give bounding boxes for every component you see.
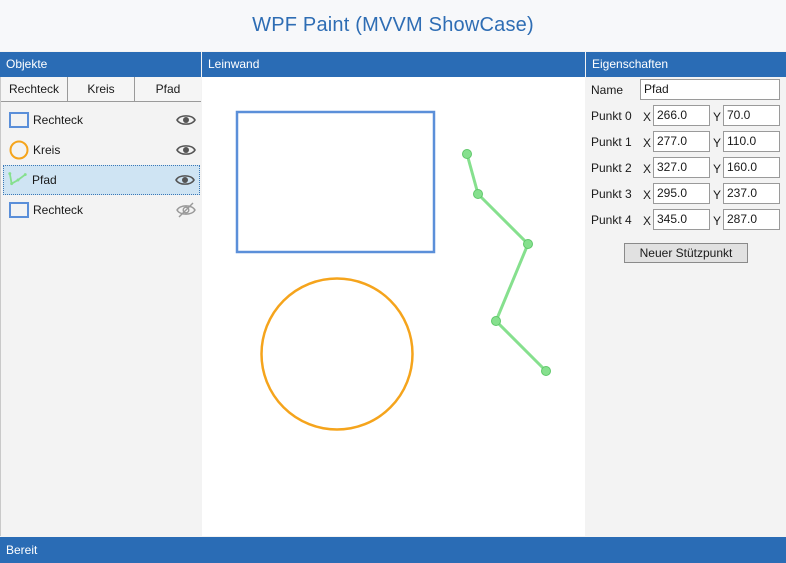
list-item-label: Pfad <box>32 173 57 187</box>
drawing-canvas[interactable] <box>202 77 585 536</box>
name-label: Name <box>591 83 624 97</box>
eye-icon[interactable] <box>176 142 196 158</box>
point-y-field[interactable]: 110.0 <box>723 131 780 152</box>
status-text: Bereit <box>6 543 38 557</box>
point-label: Punkt 0 <box>591 109 632 123</box>
path-point-handle-2[interactable] <box>523 239 533 249</box>
status-bar: Bereit <box>0 537 786 563</box>
point-label: Punkt 4 <box>591 213 632 227</box>
point-row: Punkt 2 X 327.0 Y 160.0 <box>586 157 786 179</box>
y-label: Y <box>713 188 722 202</box>
name-row: Name Pfad <box>586 79 786 101</box>
eye-off-icon[interactable] <box>176 202 196 218</box>
list-item-selected[interactable]: Pfad <box>3 165 200 195</box>
path-point-handle-1[interactable] <box>473 189 483 199</box>
list-item[interactable]: Rechteck <box>1 195 202 225</box>
name-field[interactable]: Pfad <box>640 79 780 100</box>
point-y-field[interactable]: 237.0 <box>723 183 780 204</box>
canvas-circle-shape[interactable] <box>260 277 414 431</box>
list-item-label: Rechteck <box>33 113 84 127</box>
properties-panel: Name Pfad Punkt 0 X 266.0 Y 70.0 Punkt 1… <box>586 77 786 536</box>
add-rectangle-button[interactable]: Rechteck <box>1 77 68 101</box>
list-item-label: Kreis <box>33 143 61 157</box>
canvas-path-shape[interactable] <box>462 149 551 376</box>
add-circle-button[interactable]: Kreis <box>68 77 135 101</box>
objects-panel: Rechteck Kreis Pfad Rechteck Kreis Pfad … <box>0 77 201 536</box>
point-row: Punkt 1 X 277.0 Y 110.0 <box>586 131 786 153</box>
path-icon <box>8 171 28 189</box>
point-x-field[interactable]: 327.0 <box>653 157 710 178</box>
list-item[interactable]: Rechteck <box>1 105 202 135</box>
title-bar: WPF Paint (MVVM ShowCase) <box>0 0 786 51</box>
eye-icon[interactable] <box>176 112 196 128</box>
canvas-rectangle-shape[interactable] <box>235 110 436 254</box>
y-label: Y <box>713 162 722 176</box>
x-label: X <box>643 162 652 176</box>
x-label: X <box>643 188 652 202</box>
path-point-handle-0[interactable] <box>462 149 472 159</box>
eye-icon[interactable] <box>175 172 195 188</box>
rectangle-icon <box>9 111 29 129</box>
path-point-handle-3[interactable] <box>491 316 501 326</box>
canvas-svg <box>235 110 551 431</box>
add-path-button[interactable]: Pfad <box>135 77 201 101</box>
point-x-field[interactable]: 295.0 <box>653 183 710 204</box>
point-x-field[interactable]: 345.0 <box>653 209 710 230</box>
properties-panel-header: Eigenschaften <box>586 52 786 77</box>
y-label: Y <box>713 110 722 124</box>
canvas-panel-header: Leinwand <box>202 52 585 77</box>
point-y-field[interactable]: 70.0 <box>723 105 780 126</box>
path-point-handle-4[interactable] <box>541 366 551 376</box>
point-row: Punkt 3 X 295.0 Y 237.0 <box>586 183 786 205</box>
circle-icon <box>9 140 29 160</box>
point-row: Punkt 4 X 345.0 Y 287.0 <box>586 209 786 231</box>
point-label: Punkt 1 <box>591 135 632 149</box>
list-item-label: Rechteck <box>33 203 84 217</box>
point-label: Punkt 3 <box>591 187 632 201</box>
rectangle-icon <box>9 201 29 219</box>
window-title: WPF Paint (MVVM ShowCase) <box>252 14 534 36</box>
shape-tabs: Rechteck Kreis Pfad <box>1 77 201 102</box>
path-line[interactable] <box>465 153 548 373</box>
y-label: Y <box>713 214 722 228</box>
x-label: X <box>643 214 652 228</box>
y-label: Y <box>713 136 722 150</box>
objects-panel-header: Objekte <box>0 52 201 77</box>
point-y-field[interactable]: 160.0 <box>723 157 780 178</box>
point-x-field[interactable]: 266.0 <box>653 105 710 126</box>
list-item[interactable]: Kreis <box>1 135 202 165</box>
x-label: X <box>643 136 652 150</box>
x-label: X <box>643 110 652 124</box>
add-point-button[interactable]: Neuer Stützpunkt <box>624 243 748 263</box>
object-list: Rechteck Kreis Pfad Rechteck <box>1 105 202 225</box>
point-y-field[interactable]: 287.0 <box>723 209 780 230</box>
point-row: Punkt 0 X 266.0 Y 70.0 <box>586 105 786 127</box>
point-label: Punkt 2 <box>591 161 632 175</box>
point-x-field[interactable]: 277.0 <box>653 131 710 152</box>
